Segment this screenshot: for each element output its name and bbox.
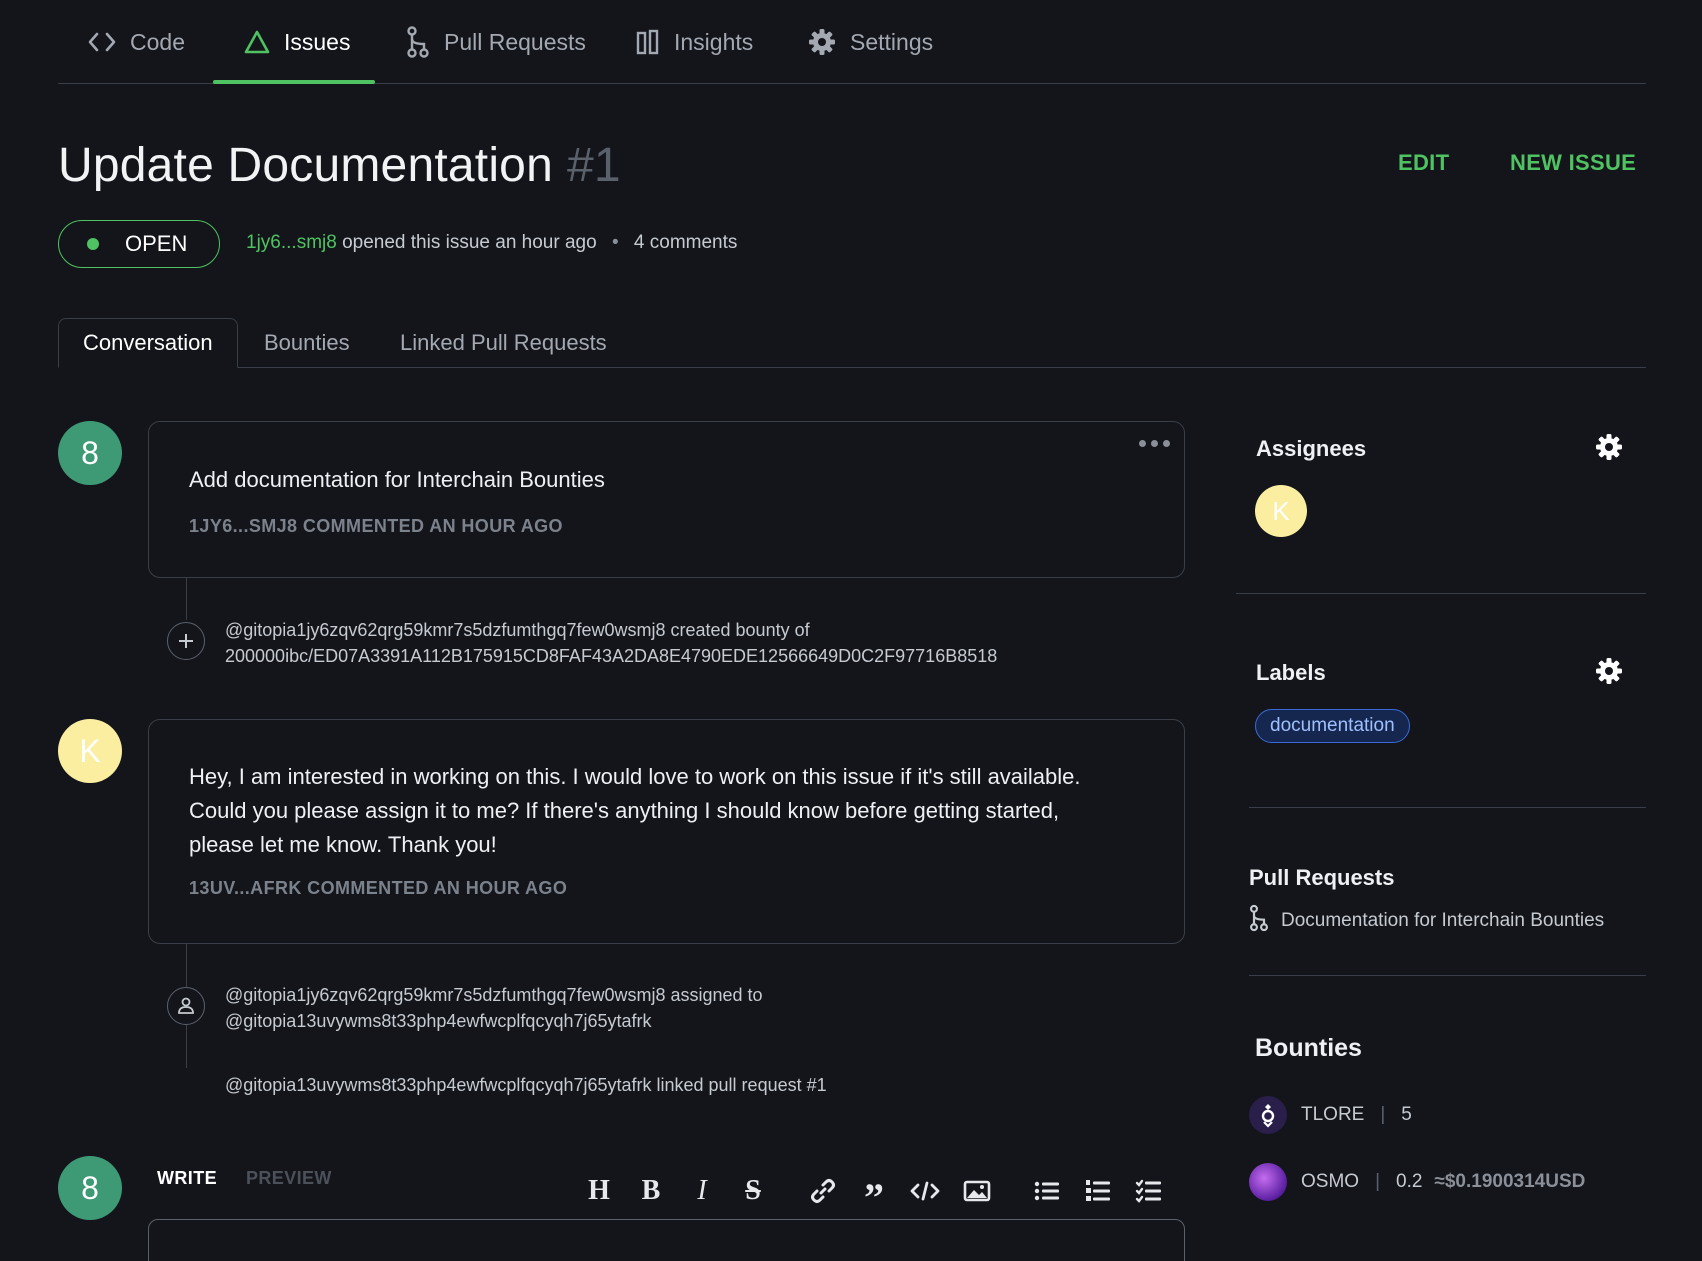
bounty-separator: | (1380, 1104, 1386, 1125)
strikethrough-icon[interactable]: S (736, 1174, 770, 1208)
preview-tab[interactable]: PREVIEW (246, 1168, 332, 1189)
repo-nav: Code Issues Pull Requests Insights Setti… (58, 0, 1646, 84)
quote-icon[interactable]: ” (857, 1174, 891, 1218)
assignees-heading: Assignees (1256, 436, 1367, 461)
bounty-amount: 0.2 (1396, 1171, 1423, 1192)
sidebar-divider (1249, 807, 1646, 808)
bounty-separator: | (1375, 1171, 1380, 1192)
issue-opened-text: opened this issue an hour ago (342, 232, 597, 253)
comment-card: Add documentation for Interchain Bountie… (148, 421, 1185, 578)
avatar[interactable]: K (58, 719, 122, 783)
italic-icon[interactable]: I (685, 1174, 719, 1208)
link-icon[interactable] (806, 1174, 840, 1208)
gear-icon (808, 28, 836, 56)
nav-code[interactable]: Code (88, 0, 185, 84)
issue-number: #1 (566, 139, 621, 192)
linked-pr-event: @gitopia13uvywms8t33php4ewfwcplfqcyqh7j6… (225, 1075, 827, 1095)
nav-settings[interactable]: Settings (808, 0, 933, 84)
meta-separator: • (611, 232, 619, 253)
code-icon (88, 31, 116, 53)
numbered-list-icon[interactable] (1081, 1174, 1115, 1208)
issue-title: Update Documentation #1 (58, 138, 621, 193)
comment-line: please let me know. Thank you! (189, 832, 497, 857)
heading-icon[interactable]: H (582, 1174, 616, 1208)
issues-icon (244, 30, 270, 54)
comment-line: Hey, I am interested in working on this.… (189, 764, 1081, 789)
timeline-line (186, 578, 187, 620)
write-tab[interactable]: WRITE (157, 1168, 217, 1189)
comments-count: 4 comments (633, 232, 738, 253)
bounty-amount: 5 (1401, 1104, 1412, 1125)
assigned-event: @gitopia1jy6zqv62qrg59kmr7s5dzfumthgq7fe… (225, 982, 763, 1034)
issue-author-link[interactable]: 1jy6...smj8 (246, 232, 337, 253)
tab-bounties[interactable]: Bounties (264, 318, 350, 368)
osmo-token-icon (1249, 1163, 1287, 1201)
comment-body: Add documentation for Interchain Bountie… (189, 467, 605, 492)
nav-settings-label: Settings (850, 28, 934, 55)
event-line: @gitopia1jy6zqv62qrg59kmr7s5dzfumthgq7fe… (225, 620, 810, 640)
task-list-icon[interactable] (1132, 1174, 1166, 1208)
status-badge: OPEN (58, 220, 220, 268)
new-issue-button[interactable]: NEW ISSUE (1510, 150, 1636, 176)
nav-code-label: Code (130, 28, 185, 55)
active-tab-indicator (213, 80, 375, 84)
nav-issues-label: Issues (284, 28, 351, 55)
code-icon[interactable] (908, 1174, 942, 1208)
plus-icon (167, 622, 205, 660)
event-line: @gitopia13uvywms8t33php4ewfwcplfqcyqh7j6… (225, 1011, 652, 1031)
comment-meta: 13UV...AFRK COMMENTED AN HOUR AGO (189, 878, 568, 898)
nav-insights[interactable]: Insights (636, 0, 753, 84)
pull-requests-heading: Pull Requests (1249, 865, 1395, 890)
more-options-icon[interactable] (1139, 440, 1170, 447)
nav-pull-requests-label: Pull Requests (444, 28, 586, 55)
assignee-icon (167, 987, 205, 1025)
avatar[interactable]: 8 (58, 421, 122, 485)
bounty-row: TLORE | 5 (1249, 1096, 1412, 1134)
image-icon[interactable] (960, 1174, 994, 1208)
linked-pull-request[interactable]: Documentation for Interchain Bounties (1249, 903, 1604, 939)
event-line: @gitopia1jy6zqv62qrg59kmr7s5dzfumthgq7fe… (225, 985, 763, 1005)
sidebar-divider (1249, 975, 1646, 976)
bounty-created-event: @gitopia1jy6zqv62qrg59kmr7s5dzfumthgq7fe… (225, 617, 997, 669)
labels-heading: Labels (1256, 660, 1326, 685)
bounties-heading: Bounties (1255, 1034, 1362, 1062)
comment-body: Hey, I am interested in working on this.… (189, 760, 1081, 862)
label-documentation[interactable]: documentation (1255, 709, 1410, 743)
bold-icon[interactable]: B (634, 1174, 668, 1208)
edit-button[interactable]: EDIT (1398, 150, 1449, 176)
pull-request-icon (1249, 903, 1269, 939)
issue-meta: 1jy6...smj8 opened this issue an hour ag… (246, 232, 737, 254)
comment-meta: 1JY6...SMJ8 COMMENTED AN HOUR AGO (189, 516, 563, 536)
bounty-row: OSMO | 0.2 ≈$0.1900314USD (1249, 1163, 1585, 1201)
insights-icon (636, 29, 660, 55)
comment-line: Could you please assign it to me? If the… (189, 798, 1060, 823)
nav-pull-requests[interactable]: Pull Requests (406, 0, 586, 84)
assignees-settings-icon[interactable] (1595, 433, 1623, 466)
assignee-avatar[interactable]: K (1255, 485, 1307, 537)
tab-linked-pull-requests[interactable]: Linked Pull Requests (400, 318, 607, 368)
bounty-denom: OSMO (1301, 1171, 1360, 1192)
tlore-token-icon (1249, 1096, 1287, 1134)
issue-title-text: Update Documentation (58, 139, 553, 192)
linked-pull-request-title: Documentation for Interchain Bounties (1281, 910, 1605, 931)
comment-editor-input[interactable] (148, 1219, 1185, 1261)
bullet-list-icon[interactable] (1030, 1174, 1064, 1208)
sidebar-divider (1236, 593, 1646, 594)
pull-request-icon (406, 26, 430, 58)
avatar[interactable]: 8 (58, 1156, 122, 1220)
nav-issues[interactable]: Issues (244, 0, 350, 84)
status-text: OPEN (125, 231, 188, 256)
tab-conversation[interactable]: Conversation (58, 318, 238, 368)
nav-insights-label: Insights (674, 28, 754, 55)
labels-settings-icon[interactable] (1595, 657, 1623, 690)
event-line: 200000ibc/ED07A3391A112B175915CD8FAF43A2… (225, 646, 998, 666)
comment-card: Hey, I am interested in working on this.… (148, 719, 1185, 944)
bounty-denom: TLORE (1301, 1104, 1365, 1125)
status-dot-icon (87, 238, 99, 250)
bounty-usd-value: ≈$0.1900314USD (1434, 1171, 1586, 1192)
